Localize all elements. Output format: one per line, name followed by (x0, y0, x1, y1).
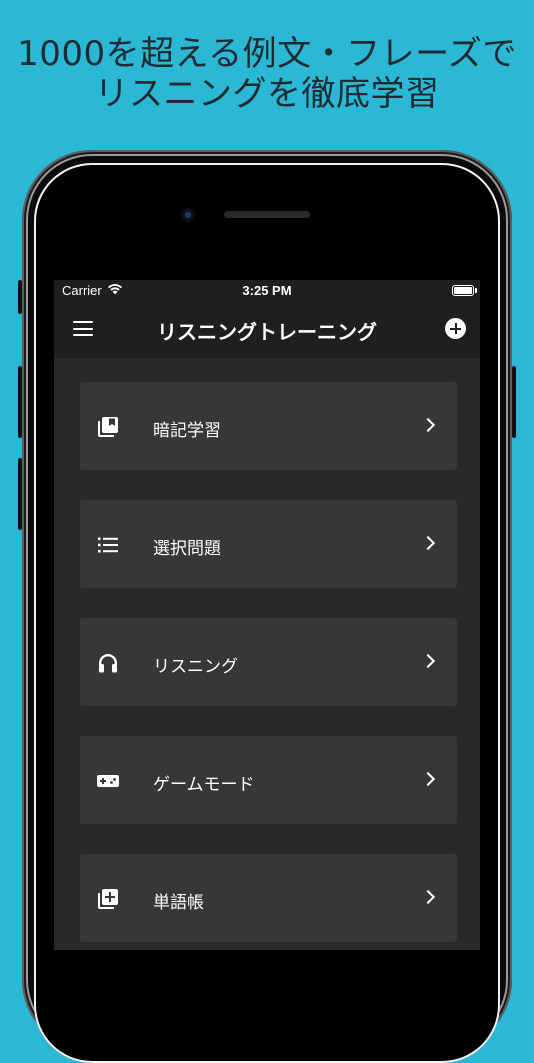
add-to-library-icon (96, 887, 120, 909)
status-bar: Carrier 3:25 PM (54, 280, 480, 302)
headline-line-2: リスニングを徹底学習 (94, 74, 440, 114)
add-circle-icon[interactable] (445, 318, 466, 339)
menu-item-flashcards[interactable]: 暗記学習 (80, 382, 457, 470)
app-screen: Carrier 3:25 PM リスニングトレーニング 暗記学習 選択問題 リス… (54, 280, 480, 950)
menu-item-game-mode[interactable]: ゲームモード (80, 736, 457, 824)
menu-item-label: リスニング (153, 657, 238, 677)
promo-headline: 1000を超える例文・フレーズで リスニングを徹底学習 (0, 34, 534, 114)
page-title: リスニングトレーニング (157, 320, 377, 344)
earpiece-speaker (224, 211, 310, 218)
chevron-right-icon (420, 889, 436, 905)
chevron-right-icon (420, 417, 436, 433)
menu-item-listening[interactable]: リスニング (80, 618, 457, 706)
chevron-right-icon (420, 653, 436, 669)
chevron-right-icon (420, 535, 436, 551)
menu-list: 暗記学習 選択問題 リスニング ゲームモード 単語帳 (54, 358, 480, 950)
power-button (512, 366, 516, 438)
status-time: 3:25 PM (242, 283, 292, 298)
navigation-bar: リスニングトレーニング (54, 302, 480, 358)
volume-down-button (18, 458, 22, 530)
battery-icon (452, 285, 477, 296)
menu-item-label: ゲームモード (153, 775, 255, 795)
menu-item-vocabulary-book[interactable]: 単語帳 (80, 854, 457, 942)
headphones-icon (96, 651, 120, 673)
menu-item-label: 暗記学習 (153, 421, 221, 441)
flashcards-icon (96, 415, 120, 437)
headline-line-1: 1000を超える例文・フレーズで (17, 34, 517, 74)
chevron-right-icon (420, 771, 436, 787)
front-camera (181, 208, 195, 222)
menu-item-multiple-choice[interactable]: 選択問題 (80, 500, 457, 588)
gamepad-icon (96, 769, 120, 791)
menu-item-label: 単語帳 (153, 893, 204, 913)
volume-up-button (18, 366, 22, 438)
silent-switch (18, 280, 22, 314)
list-icon (96, 533, 120, 555)
menu-item-label: 選択問題 (153, 539, 221, 559)
